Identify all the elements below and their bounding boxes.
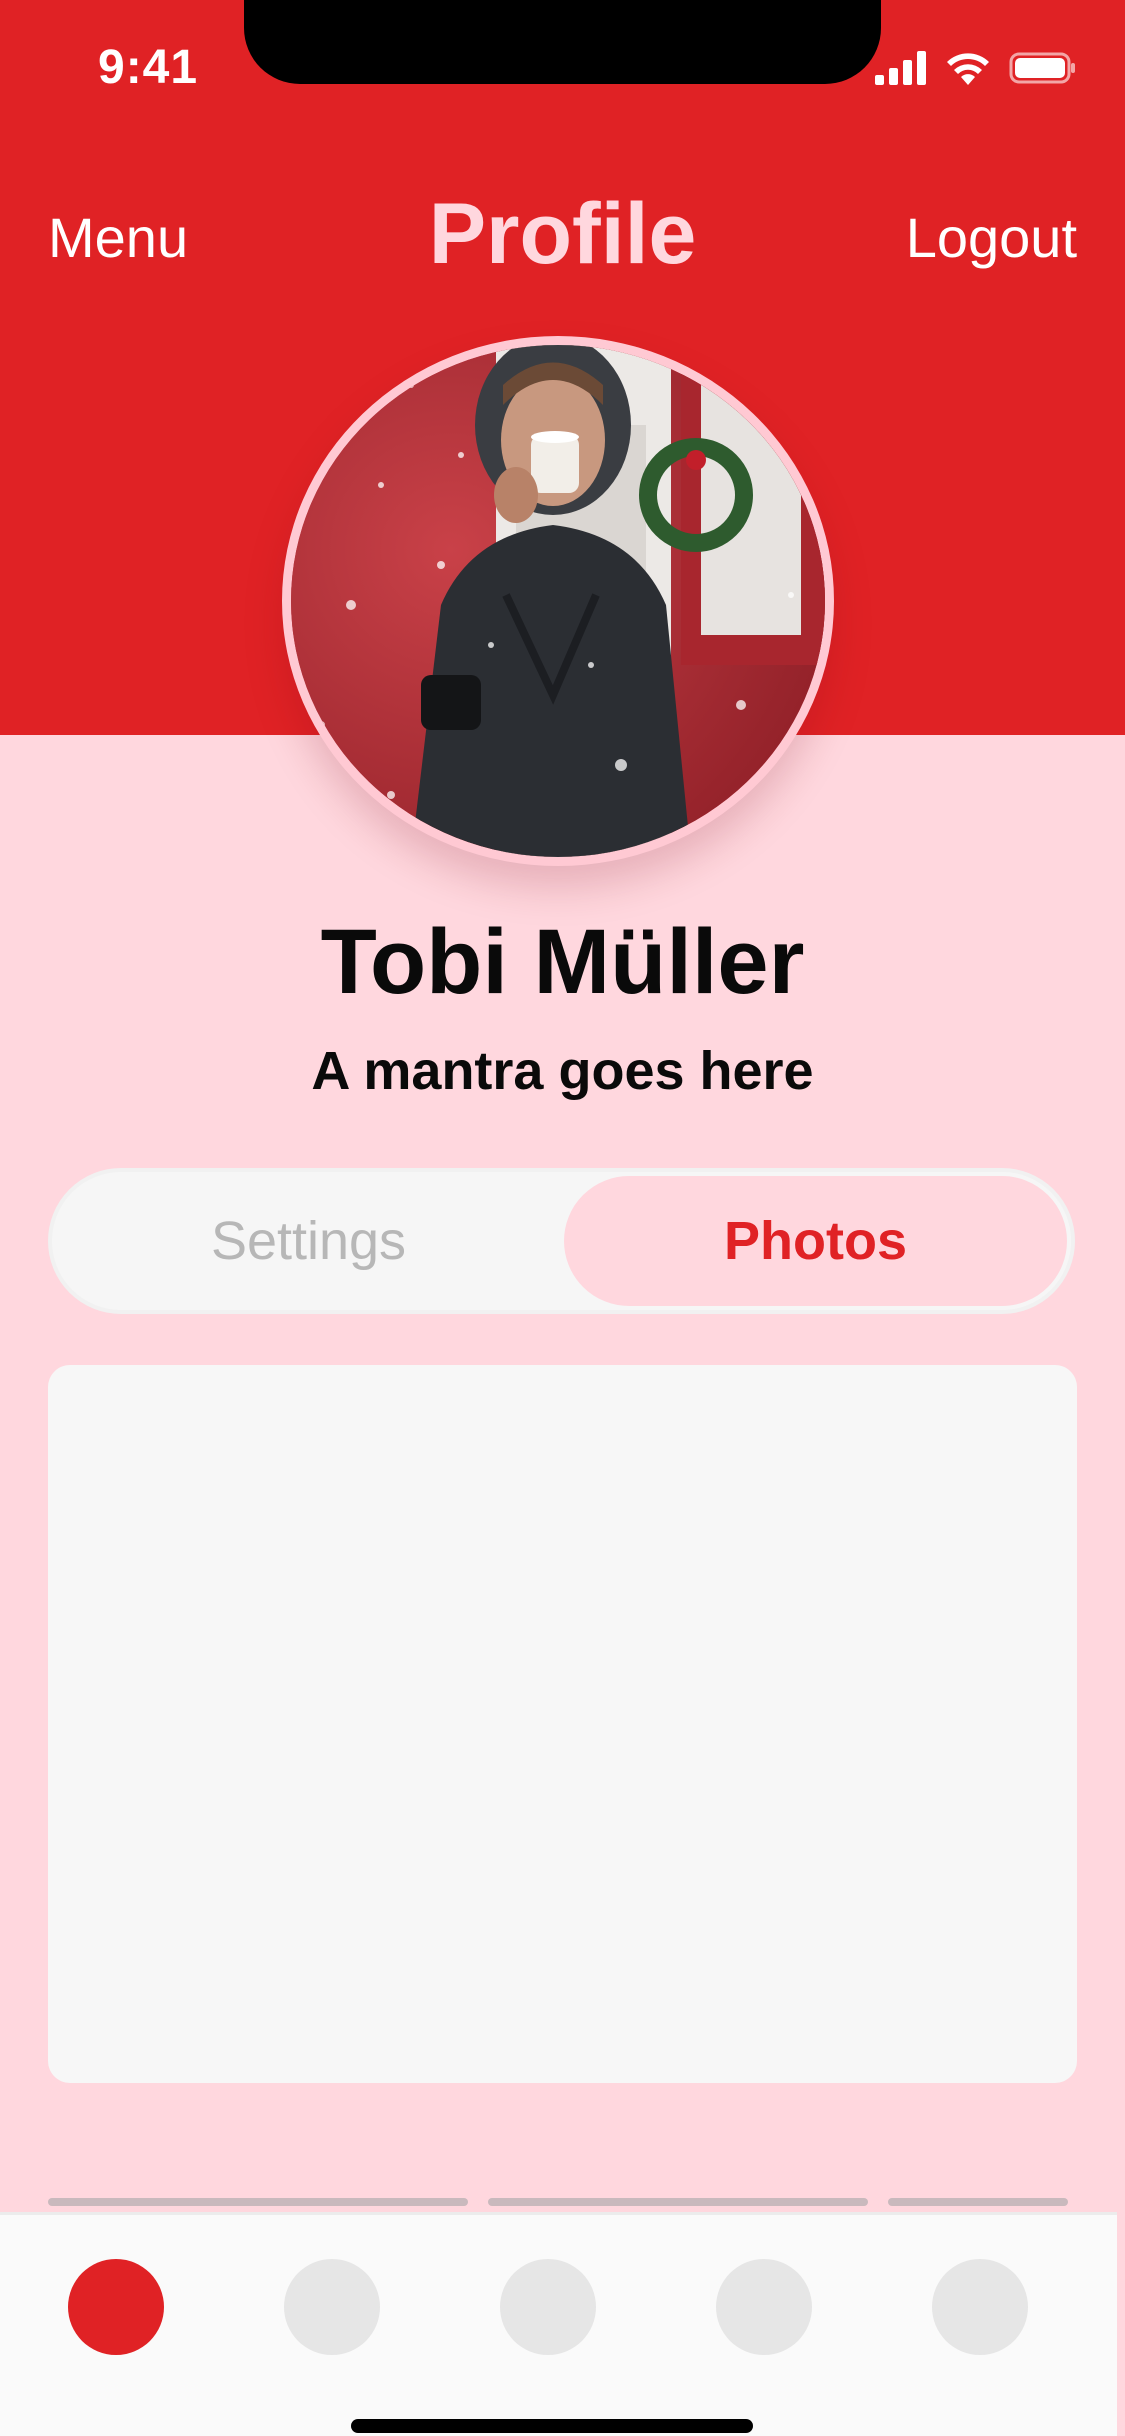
user-name: Tobi Müller [320, 911, 805, 1013]
tab-bar-item-2[interactable] [284, 2259, 380, 2355]
partial-text-line [48, 2192, 1077, 2212]
segmented-control: Settings Photos [48, 1168, 1075, 1314]
tab-bar-item-3[interactable] [500, 2259, 596, 2355]
wifi-icon [947, 53, 989, 85]
tab-settings[interactable]: Settings [52, 1172, 565, 1310]
battery-icon [1009, 52, 1075, 84]
signal-icon [875, 51, 926, 85]
tab-bar-item-1[interactable] [68, 2259, 164, 2355]
photos-content-card [48, 1365, 1077, 2083]
tab-bar-item-4[interactable] [716, 2259, 812, 2355]
profile-photo [291, 345, 825, 857]
tab-bar-item-5[interactable] [932, 2259, 1028, 2355]
device-notch [244, 0, 881, 84]
tab-photos[interactable]: Photos [560, 1172, 1071, 1310]
logout-button[interactable]: Logout [906, 205, 1077, 270]
avatar[interactable] [282, 336, 834, 866]
bottom-tab-bar [0, 2212, 1117, 2436]
status-icons [875, 48, 1077, 88]
home-indicator[interactable] [351, 2419, 753, 2433]
user-mantra: A mantra goes here [311, 1041, 814, 1101]
status-time: 9:41 [98, 41, 199, 94]
